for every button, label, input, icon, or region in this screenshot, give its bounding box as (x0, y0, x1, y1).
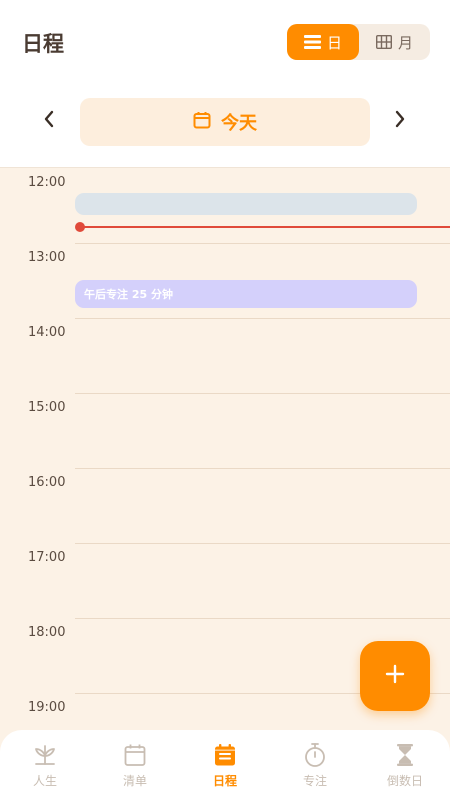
next-day-button[interactable] (385, 106, 415, 136)
day-view-button[interactable]: 日 (287, 24, 359, 60)
calendar-icon (123, 742, 147, 768)
view-toggle: 日 月 (287, 24, 430, 60)
hour-label: 19:00 (28, 700, 66, 715)
hour-label: 18:00 (28, 625, 66, 640)
nav-item-countdown[interactable]: 倒数日 (360, 730, 450, 800)
hour-label: 12:00 (28, 175, 66, 190)
day-view-label: 日 (326, 33, 342, 52)
plus-icon (385, 664, 405, 688)
event-block[interactable] (75, 193, 417, 215)
list-icon (303, 35, 321, 49)
hour-label: 16:00 (28, 475, 66, 490)
nav-item-schedule[interactable]: 日程 (180, 730, 270, 800)
chevron-right-icon (394, 110, 406, 132)
month-view-button[interactable]: 月 (359, 24, 430, 60)
event-block-focus[interactable]: 午后专注 25 分钟 (75, 280, 417, 308)
hour-label: 17:00 (28, 550, 66, 565)
add-event-button[interactable] (360, 641, 430, 711)
event-title: 午后专注 25 分钟 (84, 288, 173, 301)
hourglass-icon (395, 742, 415, 768)
calendar-icon (193, 111, 211, 134)
hour-grid-line (75, 243, 450, 244)
chevron-left-icon (43, 110, 55, 132)
today-button[interactable]: 今天 (80, 98, 370, 146)
stopwatch-icon (303, 742, 327, 768)
app-header: 日程 日 月 今天 (0, 0, 450, 168)
nav-item-life[interactable]: 人生 (0, 730, 90, 800)
today-label: 今天 (221, 113, 257, 134)
hour-grid-line (75, 318, 450, 319)
hour-grid-line (75, 543, 450, 544)
nav-label: 专注 (302, 774, 327, 788)
nav-label: 日程 (212, 774, 237, 788)
current-time-dot (75, 222, 85, 232)
current-time-line (80, 226, 450, 228)
month-view-label: 月 (397, 33, 413, 52)
hour-grid-line (75, 393, 450, 394)
nav-label: 清单 (122, 774, 147, 788)
bottom-nav: 人生 清单 日程 专注 倒数日 (0, 730, 450, 800)
nav-label: 倒数日 (386, 774, 423, 788)
hour-label: 15:00 (28, 400, 66, 415)
nav-item-focus[interactable]: 专注 (270, 730, 360, 800)
hour-label: 14:00 (28, 325, 66, 340)
hour-grid-line (75, 468, 450, 469)
schedule-icon (213, 742, 237, 768)
nav-item-list[interactable]: 清单 (90, 730, 180, 800)
hour-grid-line (75, 618, 450, 619)
leaf-icon (32, 742, 58, 768)
grid-icon (375, 35, 392, 49)
prev-day-button[interactable] (34, 106, 64, 136)
hour-label: 13:00 (28, 250, 66, 265)
nav-label: 人生 (32, 774, 57, 788)
page-title: 日程 (22, 32, 64, 56)
